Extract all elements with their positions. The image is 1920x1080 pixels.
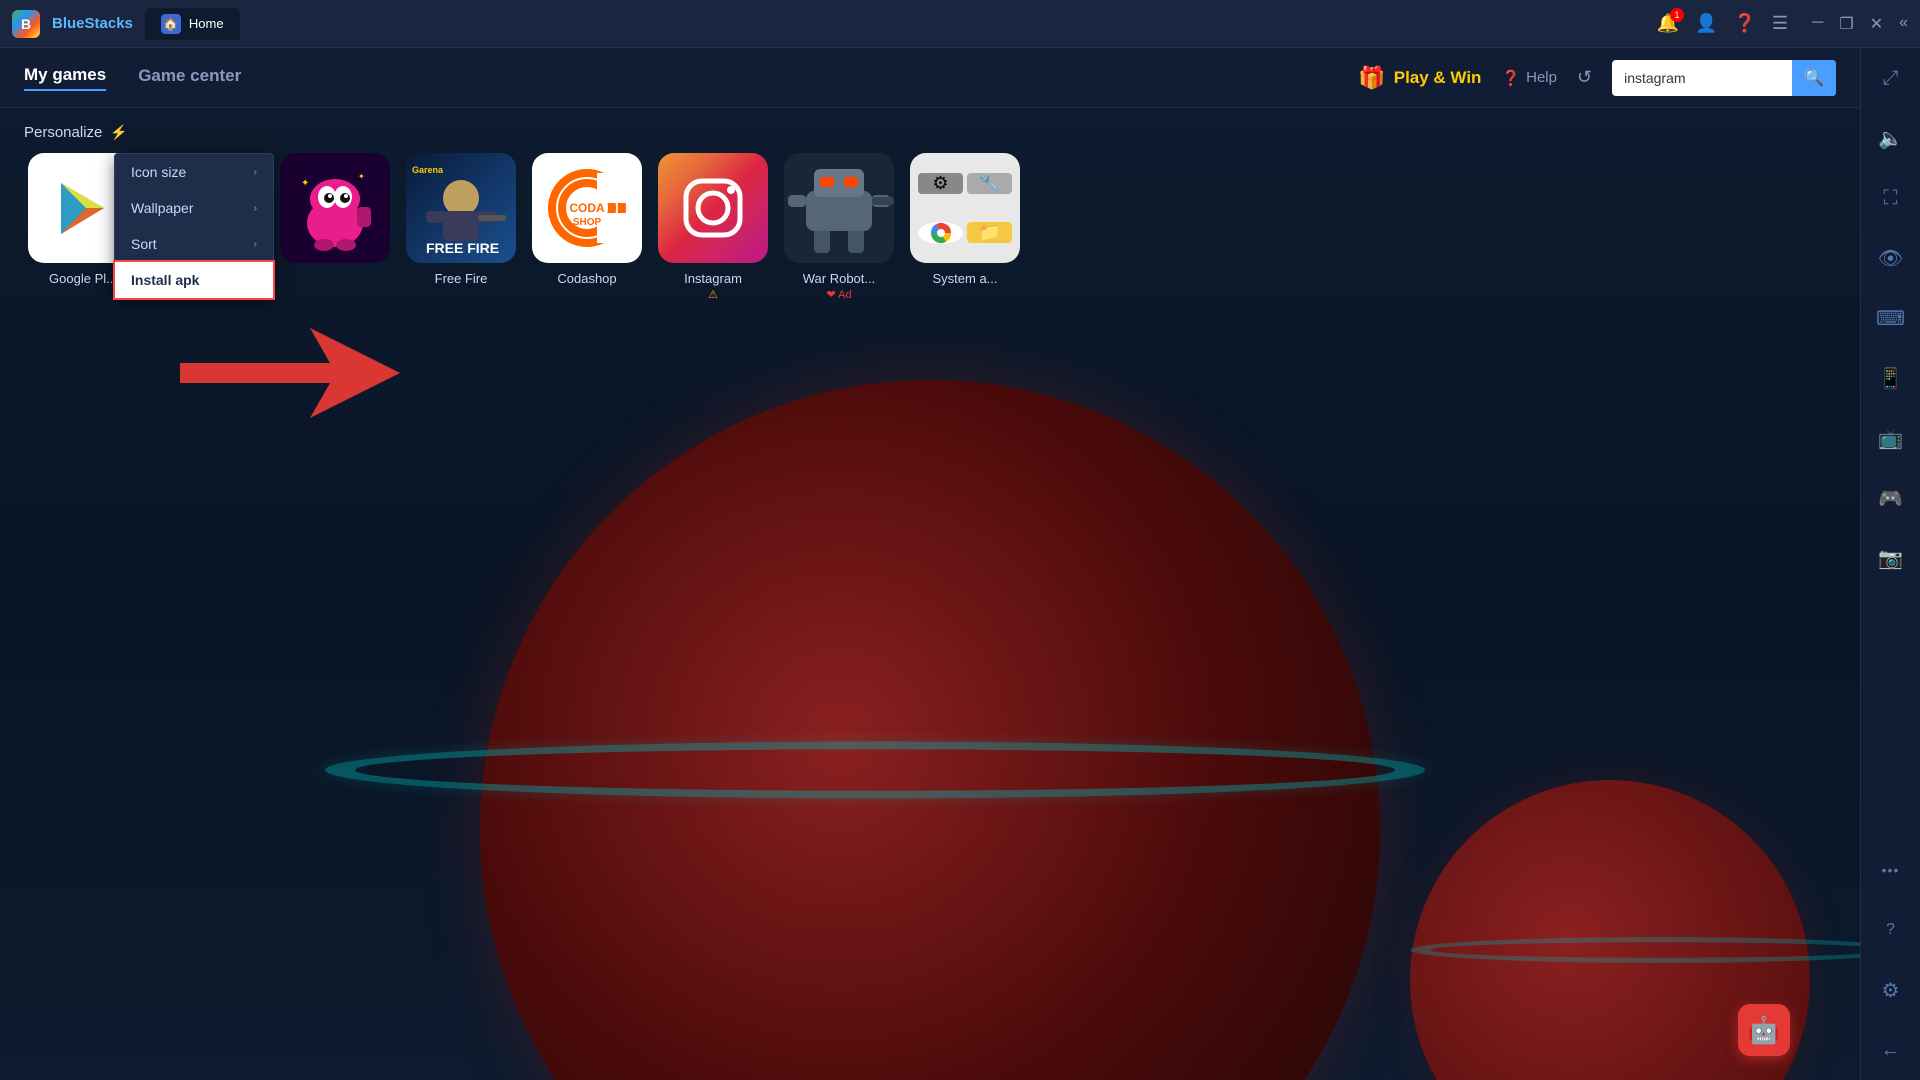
system-folder-icon: 📁 [967, 222, 1012, 243]
svg-text:SHOP: SHOP [573, 217, 602, 228]
help-circle-icon[interactable]: ❓ [1733, 13, 1755, 34]
collapse-button[interactable]: « [1899, 14, 1908, 34]
search-button[interactable]: 🔍 [1792, 60, 1836, 96]
sidebar-more-icon[interactable]: ••• [1873, 852, 1909, 888]
system-icon: ⚙ 🔧 [910, 153, 1020, 263]
system-chrome-icon [918, 222, 963, 244]
search-box: 🔍 [1612, 60, 1836, 96]
icon-size-arrow: › [254, 167, 257, 178]
play-win-label: Play & Win [1394, 68, 1482, 88]
brand-name: BlueStacks [52, 15, 133, 32]
app-pink-char[interactable]: ✦ ✦ [276, 153, 394, 271]
google-play-label: Google Pl... [49, 271, 117, 286]
sidebar-expand-icon[interactable]: ⤢ [1873, 60, 1909, 96]
personalize-row: Personalize ⚡ [24, 124, 1776, 141]
system-label: System a... [932, 271, 997, 286]
gift-icon: 🎁 [1358, 65, 1385, 91]
sidebar-back-icon[interactable]: ← [1873, 1032, 1909, 1068]
help-button[interactable]: ❓ Help [1501, 69, 1557, 87]
system-gear-icon: 🔧 [967, 173, 1012, 194]
sidebar-gamepad-icon[interactable]: 🎮 [1873, 480, 1909, 516]
codashop-icon: CODA SHOP [532, 153, 642, 263]
refresh-button[interactable]: ↺ [1577, 67, 1592, 88]
notification-badge: 1 [1670, 8, 1684, 22]
app-system[interactable]: ⚙ 🔧 [906, 153, 1024, 286]
icon-size-label: Icon size [131, 164, 186, 180]
svg-text:FREE FIRE: FREE FIRE [426, 240, 499, 256]
robot-icon: 🤖 [1748, 1015, 1780, 1046]
menu-icon-size[interactable]: Icon size › [115, 154, 273, 190]
apps-row: Google Pl... Icon size › Wallpaper › [24, 153, 1776, 301]
menu-install-apk[interactable]: Install apk [115, 262, 273, 298]
planet-ring [325, 742, 1425, 799]
play-win-button[interactable]: 🎁 Play & Win [1358, 65, 1481, 91]
war-robots-icon [784, 153, 894, 263]
tab-my-games[interactable]: My games [24, 65, 106, 91]
sidebar-keyboard-icon[interactable]: ⌨ [1873, 300, 1909, 336]
apps-section: Personalize ⚡ [0, 108, 1800, 317]
home-tab-label: Home [189, 16, 224, 31]
tab-game-center[interactable]: Game center [138, 66, 241, 90]
title-bar-controls: 🔔 1 👤 ❓ ☰ ─ ❐ ✕ « [1657, 13, 1908, 34]
war-robots-badge: ❤ Ad [826, 288, 851, 301]
home-tab[interactable]: 🏠 Home [145, 8, 240, 40]
window-controls: ─ ❐ ✕ « [1812, 14, 1908, 34]
app-free-fire[interactable]: Garena FREE FIRE Free Fire [402, 153, 520, 286]
pink-char-icon: ✦ ✦ [280, 153, 390, 263]
context-menu: Icon size › Wallpaper › Sort › [114, 153, 274, 299]
svg-text:✦: ✦ [358, 172, 365, 181]
nav-bar: My games Game center 🎁 Play & Win ❓ Help… [0, 48, 1860, 108]
menu-wallpaper[interactable]: Wallpaper › [115, 190, 273, 226]
svg-text:CODA: CODA [569, 201, 605, 215]
svg-text:✦: ✦ [301, 178, 309, 189]
app-codashop[interactable]: CODA SHOP Codashop [528, 153, 646, 286]
close-button[interactable]: ✕ [1870, 14, 1883, 34]
bluestacks-logo: B [12, 10, 40, 38]
sidebar-settings-icon[interactable]: ⚙ [1873, 972, 1909, 1008]
instagram-label: Instagram [684, 271, 742, 286]
title-bar: B BlueStacks 🏠 Home 🔔 1 👤 ❓ ☰ ─ ❐ ✕ « [0, 0, 1920, 48]
sort-label: Sort [131, 236, 157, 252]
codashop-label: Codashop [557, 271, 616, 286]
sidebar-volume-icon[interactable]: 🔈 [1873, 120, 1909, 156]
sidebar-fullscreen-icon[interactable]: ⛶ [1873, 180, 1909, 216]
install-apk-label: Install apk [131, 272, 199, 288]
right-sidebar: ⤢ 🔈 ⛶ 👁 ⌨ 📱 📺 🎮 📷 ••• ? ⚙ ← [1860, 48, 1920, 1080]
minimize-button[interactable]: ─ [1812, 14, 1823, 34]
menu-sort[interactable]: Sort › [115, 226, 273, 262]
personalize-settings-icon[interactable]: ⚡ [110, 124, 127, 141]
help-label: Help [1526, 69, 1557, 86]
sidebar-camera-icon[interactable]: 📷 [1873, 540, 1909, 576]
system-settings-icon: ⚙ [918, 173, 963, 194]
notifications-button[interactable]: 🔔 1 [1657, 13, 1679, 34]
sort-arrow: › [254, 239, 257, 250]
page-content: Personalize ⚡ [0, 108, 1860, 1080]
app-google-play[interactable]: Google Pl... Icon size › Wallpaper › [24, 153, 142, 286]
robot-fab-button[interactable]: 🤖 [1738, 1004, 1790, 1056]
maximize-button[interactable]: ❐ [1839, 14, 1853, 34]
app-instagram[interactable]: Instagram ⚠ [654, 153, 772, 301]
home-tab-icon: 🏠 [161, 14, 181, 34]
app-war-robots[interactable]: War Robot... ❤ Ad [780, 153, 898, 301]
sidebar-help-icon[interactable]: ? [1873, 912, 1909, 948]
free-fire-label: Free Fire [435, 271, 488, 286]
svg-text:Garena: Garena [412, 165, 444, 175]
planet-large [480, 380, 1380, 1080]
help-circle-icon2: ❓ [1501, 69, 1520, 87]
instagram-badge: ⚠ [708, 288, 718, 301]
instagram-icon [658, 153, 768, 263]
search-input[interactable] [1612, 63, 1792, 93]
wallpaper-label: Wallpaper [131, 200, 194, 216]
personalize-label: Personalize [24, 124, 102, 141]
menu-icon[interactable]: ☰ [1772, 13, 1788, 34]
free-fire-icon: Garena FREE FIRE [406, 153, 516, 263]
sidebar-eye-icon[interactable]: 👁 [1873, 240, 1909, 276]
war-robots-label: War Robot... [803, 271, 875, 286]
sidebar-phone-icon[interactable]: 📱 [1873, 360, 1909, 396]
wallpaper-arrow: › [254, 203, 257, 214]
sidebar-tv-icon[interactable]: 📺 [1873, 420, 1909, 456]
account-icon[interactable]: 👤 [1695, 13, 1717, 34]
